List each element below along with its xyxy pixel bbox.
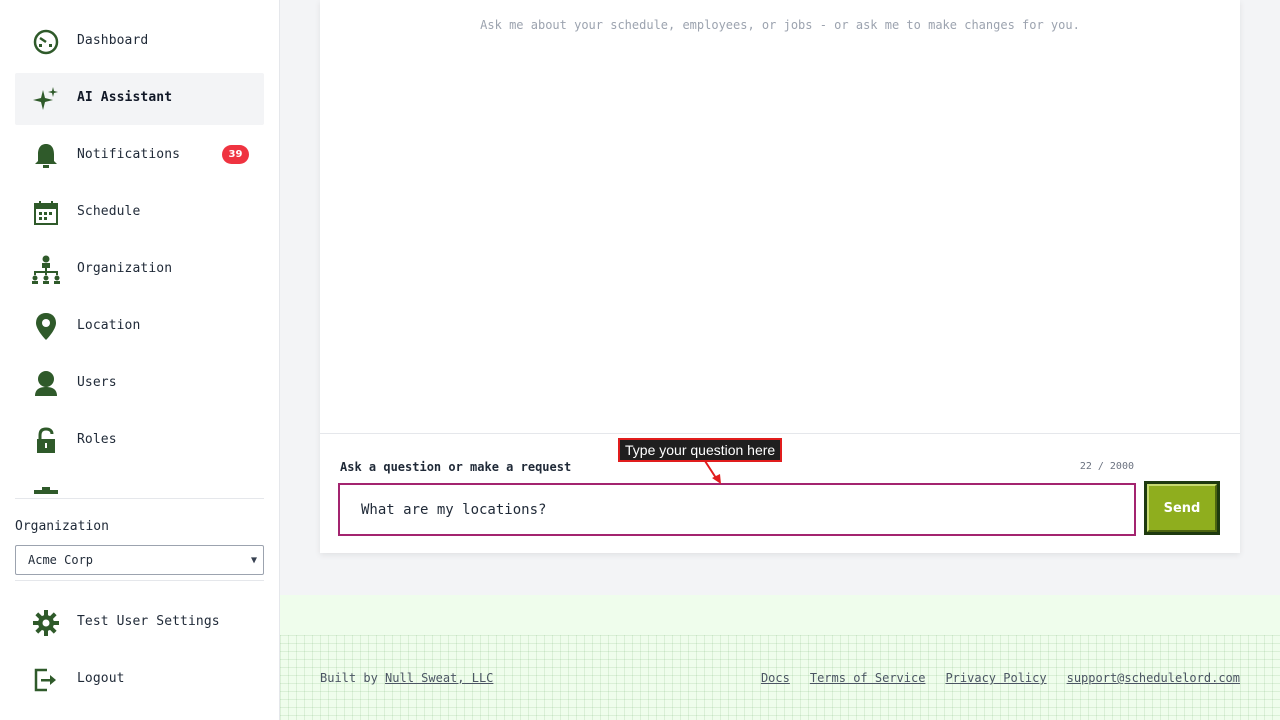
sidebar-item-roles[interactable]: Roles xyxy=(15,415,264,467)
send-button-label: Send xyxy=(1147,484,1217,532)
annotation-arrow-icon xyxy=(704,460,721,484)
sidebar-item-schedule[interactable]: Schedule xyxy=(15,187,264,239)
user-icon xyxy=(30,370,62,398)
sidebar: Dashboard AI Assistant Notifications 39 … xyxy=(0,0,280,720)
sidebar-item-logout[interactable]: Logout xyxy=(15,654,264,706)
org-chart-icon xyxy=(30,255,62,284)
sidebar-item-organization[interactable]: Organization xyxy=(15,244,264,296)
sidebar-item-label: Test User Settings xyxy=(77,614,220,629)
sidebar-item-label: Notifications xyxy=(77,147,181,162)
gear-icon xyxy=(30,609,62,637)
send-button[interactable]: Send xyxy=(1144,481,1220,535)
sidebar-item-ai-assistant[interactable]: AI Assistant xyxy=(15,73,264,125)
sidebar-item-label: Users xyxy=(77,375,117,390)
sidebar-item-label: Roles xyxy=(77,432,117,447)
sidebar-item-partial[interactable] xyxy=(15,472,264,494)
docs-link[interactable]: Docs xyxy=(761,671,790,685)
lock-icon xyxy=(30,427,62,455)
question-input[interactable]: What are my locations? xyxy=(338,483,1136,536)
sidebar-item-users[interactable]: Users xyxy=(15,358,264,410)
footer: Built by Null Sweat, LLC Docs Terms of S… xyxy=(280,595,1280,720)
sidebar-item-location[interactable]: Location xyxy=(15,301,264,353)
sidebar-divider xyxy=(15,580,264,581)
sidebar-item-label: Logout xyxy=(77,671,125,686)
sidebar-divider xyxy=(15,498,264,499)
footer-links: Docs Terms of Service Privacy Policy sup… xyxy=(761,671,1240,685)
sidebar-item-label: Location xyxy=(77,318,141,333)
question-input-value: What are my locations? xyxy=(361,501,547,518)
sidebar-item-label: Dashboard xyxy=(77,33,149,48)
question-input-label: Ask a question or make a request xyxy=(340,460,572,474)
sidebar-item-notifications[interactable]: Notifications 39 xyxy=(15,130,264,182)
logout-icon xyxy=(30,666,62,694)
sidebar-nav: Dashboard AI Assistant Notifications 39 … xyxy=(15,0,264,494)
sidebar-item-label: AI Assistant xyxy=(77,90,173,105)
built-by-text: Built by xyxy=(320,671,378,685)
privacy-link[interactable]: Privacy Policy xyxy=(945,671,1046,685)
sparkle-icon xyxy=(30,85,62,113)
organization-select[interactable]: Acme Corp ▼ xyxy=(15,545,264,575)
chat-hint-text: Ask me about your schedule, employees, o… xyxy=(480,18,1080,32)
character-count: 22 / 2000 xyxy=(1079,461,1134,472)
organization-selected-value: Acme Corp xyxy=(28,553,94,567)
support-email-link[interactable]: support@schedulelord.com xyxy=(1067,671,1240,685)
sidebar-item-dashboard[interactable]: Dashboard xyxy=(15,16,264,68)
chevron-down-icon: ▼ xyxy=(250,555,257,566)
sidebar-item-label: Organization xyxy=(77,261,173,276)
bell-icon xyxy=(30,142,62,170)
chat-panel: Ask me about your schedule, employees, o… xyxy=(320,0,1240,553)
footer-spacer xyxy=(280,595,1280,635)
company-link[interactable]: Null Sweat, LLC xyxy=(385,671,493,685)
dashboard-icon xyxy=(30,28,62,56)
terms-link[interactable]: Terms of Service xyxy=(810,671,926,685)
sidebar-item-test-user-settings[interactable]: Test User Settings xyxy=(15,597,264,649)
briefcase-icon xyxy=(30,484,62,494)
organization-label: Organization xyxy=(15,519,109,534)
map-pin-icon xyxy=(30,313,62,341)
notification-count-badge: 39 xyxy=(222,145,249,164)
calendar-icon xyxy=(30,199,62,227)
sidebar-item-label: Schedule xyxy=(77,204,141,219)
built-by: Built by Null Sweat, LLC xyxy=(320,671,493,685)
